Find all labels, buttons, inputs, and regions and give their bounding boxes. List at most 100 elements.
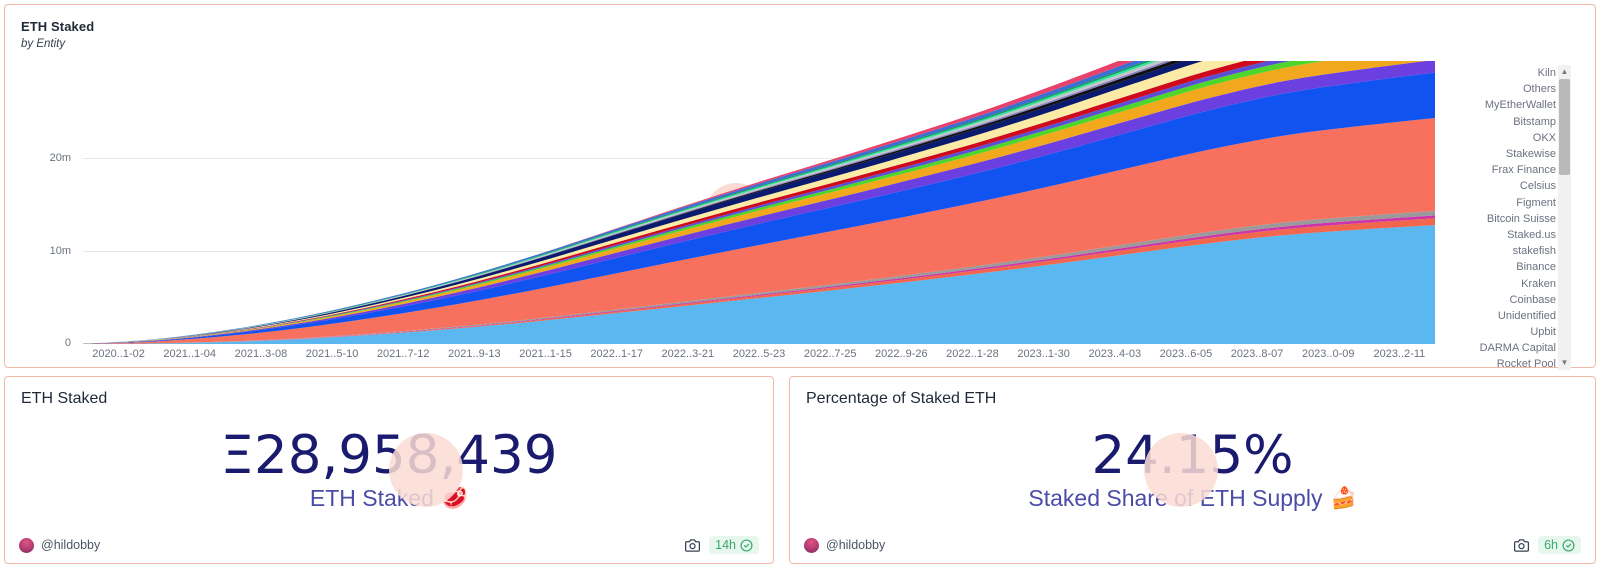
stat-sublabel: Staked Share of ETH Supply xyxy=(1028,485,1323,512)
x-axis-tick-label: 2021..1-04 xyxy=(163,348,217,360)
card-footer: @hildobby 14h xyxy=(5,527,773,563)
stat-card-body: Ξ28,958,439 ETH Staked 🥩 xyxy=(5,415,773,525)
x-axis-tick-label: 2021..3-08 xyxy=(234,348,288,360)
legend-item[interactable]: Stakewise xyxy=(1459,146,1571,162)
legend-item[interactable]: Rocket Pool xyxy=(1459,356,1571,370)
author[interactable]: @hildobby xyxy=(804,537,885,553)
check-circle-icon xyxy=(1562,538,1575,552)
legend-item[interactable]: stakefish xyxy=(1459,243,1571,259)
legend-item-label: Others xyxy=(1522,83,1556,96)
steak-icon: 🥩 xyxy=(441,486,469,510)
x-axis-tick-label: 2021..7-12 xyxy=(376,348,430,360)
freshness-badge: 14h xyxy=(709,536,759,554)
legend-item-label: MyEtherWallet xyxy=(1484,99,1556,112)
eth-staked-chart-card: ETH Staked by Entity 20m 10m 0 Dune 2020… xyxy=(4,4,1596,370)
chart-title: ETH Staked xyxy=(21,19,95,34)
percentage-staked-stat-card: Percentage of Staked ETH 24.15% Staked S… xyxy=(789,376,1596,564)
legend-item[interactable]: Kraken xyxy=(1459,275,1571,291)
legend-item-label: OKX xyxy=(1532,131,1556,144)
x-axis-tick-label: 2021..1-15 xyxy=(519,348,572,360)
legend-item[interactable]: Upbit xyxy=(1459,324,1571,340)
x-axis-tick-label: 2023..1-30 xyxy=(1017,348,1070,360)
x-axis-tick-label: 2022..1-28 xyxy=(946,348,999,360)
author-name[interactable]: @hildobby xyxy=(826,538,885,552)
check-circle-icon xyxy=(740,538,753,552)
freshness-badge: 6h xyxy=(1538,536,1581,554)
author-name[interactable]: @hildobby xyxy=(41,538,100,552)
stat-value: 24.15% xyxy=(1091,424,1294,486)
legend-item[interactable]: Coinbase xyxy=(1459,292,1571,308)
eth-staked-stat-card: ETH Staked Ξ28,958,439 ETH Staked 🥩 @hil… xyxy=(4,376,774,564)
legend-item-label: Bitstamp xyxy=(1513,115,1556,128)
legend-item-label: Frax Finance xyxy=(1491,164,1556,177)
x-axis-tick-label: 2020..1-02 xyxy=(92,348,145,360)
chart-legend[interactable]: Kiln Others MyEtherWallet Bitstamp OKX Stakew… xyxy=(1443,65,1571,370)
y-tick-0: 0 xyxy=(64,337,71,349)
scroll-up-icon[interactable]: ▲ xyxy=(1558,65,1571,79)
stat-sublabel: ETH Staked xyxy=(309,485,434,512)
legend-item-label: DARMA Capital xyxy=(1479,342,1556,355)
legend-item-label: Binance xyxy=(1516,261,1556,274)
avatar xyxy=(804,537,819,553)
camera-icon[interactable] xyxy=(685,538,701,553)
chart-subtitle: by Entity xyxy=(21,38,66,50)
stat-card-body: 24.15% Staked Share of ETH Supply 🍰 xyxy=(790,415,1595,525)
legend-item-label: Coinbase xyxy=(1509,293,1556,306)
x-axis-tick-label: 2022..3-21 xyxy=(661,348,715,360)
legend-item[interactable]: Frax Finance xyxy=(1459,162,1571,178)
y-tick-10m: 10m xyxy=(49,245,71,257)
freshness-text: 14h xyxy=(715,538,736,552)
x-axis-tick-label: 2021..9-13 xyxy=(448,348,501,360)
scroll-down-icon[interactable]: ▼ xyxy=(1558,356,1571,370)
stat-card-title: ETH Staked xyxy=(21,390,108,407)
stacked-area-svg xyxy=(83,61,1435,344)
legend-item[interactable]: Kiln xyxy=(1459,65,1571,81)
legend-item[interactable]: Bitstamp xyxy=(1459,114,1571,130)
x-axis-tick-label: 2023..8-07 xyxy=(1230,348,1284,360)
legend-item-label: stakefish xyxy=(1512,245,1556,258)
author[interactable]: @hildobby xyxy=(19,537,100,553)
legend-item[interactable]: DARMA Capital xyxy=(1459,340,1571,356)
legend-item[interactable]: Others xyxy=(1459,81,1571,97)
legend-item-label: Upbit xyxy=(1530,326,1556,339)
legend-item-label: Unidentified xyxy=(1497,309,1556,322)
camera-icon[interactable] xyxy=(1514,538,1530,553)
legend-item-label: Kraken xyxy=(1521,277,1556,290)
x-axis-tick-label: 2022..9-26 xyxy=(875,348,928,360)
legend-item[interactable]: MyEtherWallet xyxy=(1459,97,1571,113)
stat-sublabel-row: ETH Staked 🥩 xyxy=(310,485,468,512)
cake-icon: 🍰 xyxy=(1330,486,1357,510)
x-axis-tick-label: 2022..7-25 xyxy=(803,348,857,360)
x-axis-tick-label: 2022..1-17 xyxy=(590,348,643,360)
footer-actions: 6h xyxy=(1514,536,1581,554)
x-axis-tick-label: 2023..6-05 xyxy=(1159,348,1213,360)
legend-item[interactable]: Bitcoin Suisse xyxy=(1459,211,1571,227)
x-axis-tick-label: 2023..4-03 xyxy=(1088,348,1142,360)
legend-item-label: Kiln xyxy=(1537,67,1556,80)
legend-scroll-thumb[interactable] xyxy=(1559,79,1570,175)
avatar xyxy=(19,537,34,553)
legend-item[interactable]: Figment xyxy=(1459,195,1571,211)
legend-item-label: Rocket Pool xyxy=(1496,358,1556,370)
stat-card-title: Percentage of Staked ETH xyxy=(806,390,997,407)
legend-item[interactable]: Unidentified xyxy=(1459,308,1571,324)
stat-sublabel-row: Staked Share of ETH Supply 🍰 xyxy=(1028,485,1356,512)
x-axis-tick-label: 2022..5-23 xyxy=(732,348,786,360)
legend-item-label: Stakewise xyxy=(1505,148,1556,161)
legend-item[interactable]: Binance xyxy=(1459,259,1571,275)
freshness-text: 6h xyxy=(1544,538,1558,552)
x-axis-tick-label: 2023..0-09 xyxy=(1301,348,1355,360)
legend-item-label: Celsius xyxy=(1519,180,1556,193)
stacked-area-plot xyxy=(83,61,1435,344)
legend-item-label: Bitcoin Suisse xyxy=(1486,212,1556,225)
y-tick-20m: 20m xyxy=(49,152,71,164)
x-axis: 2020..1-02 2021..1-04 2021..3-08 2021..5-10… xyxy=(83,348,1435,364)
legend-item[interactable]: Celsius xyxy=(1459,178,1571,194)
stat-value: Ξ28,958,439 xyxy=(220,424,558,486)
legend-item[interactable]: Staked.us xyxy=(1459,227,1571,243)
legend-item[interactable]: OKX xyxy=(1459,130,1571,146)
legend-scrollbar[interactable]: ▲ ▼ xyxy=(1558,65,1571,370)
x-axis-tick-label: 2023..2-11 xyxy=(1373,348,1426,360)
legend-item-label: Figment xyxy=(1516,196,1556,209)
legend-item-label: Staked.us xyxy=(1507,228,1556,241)
